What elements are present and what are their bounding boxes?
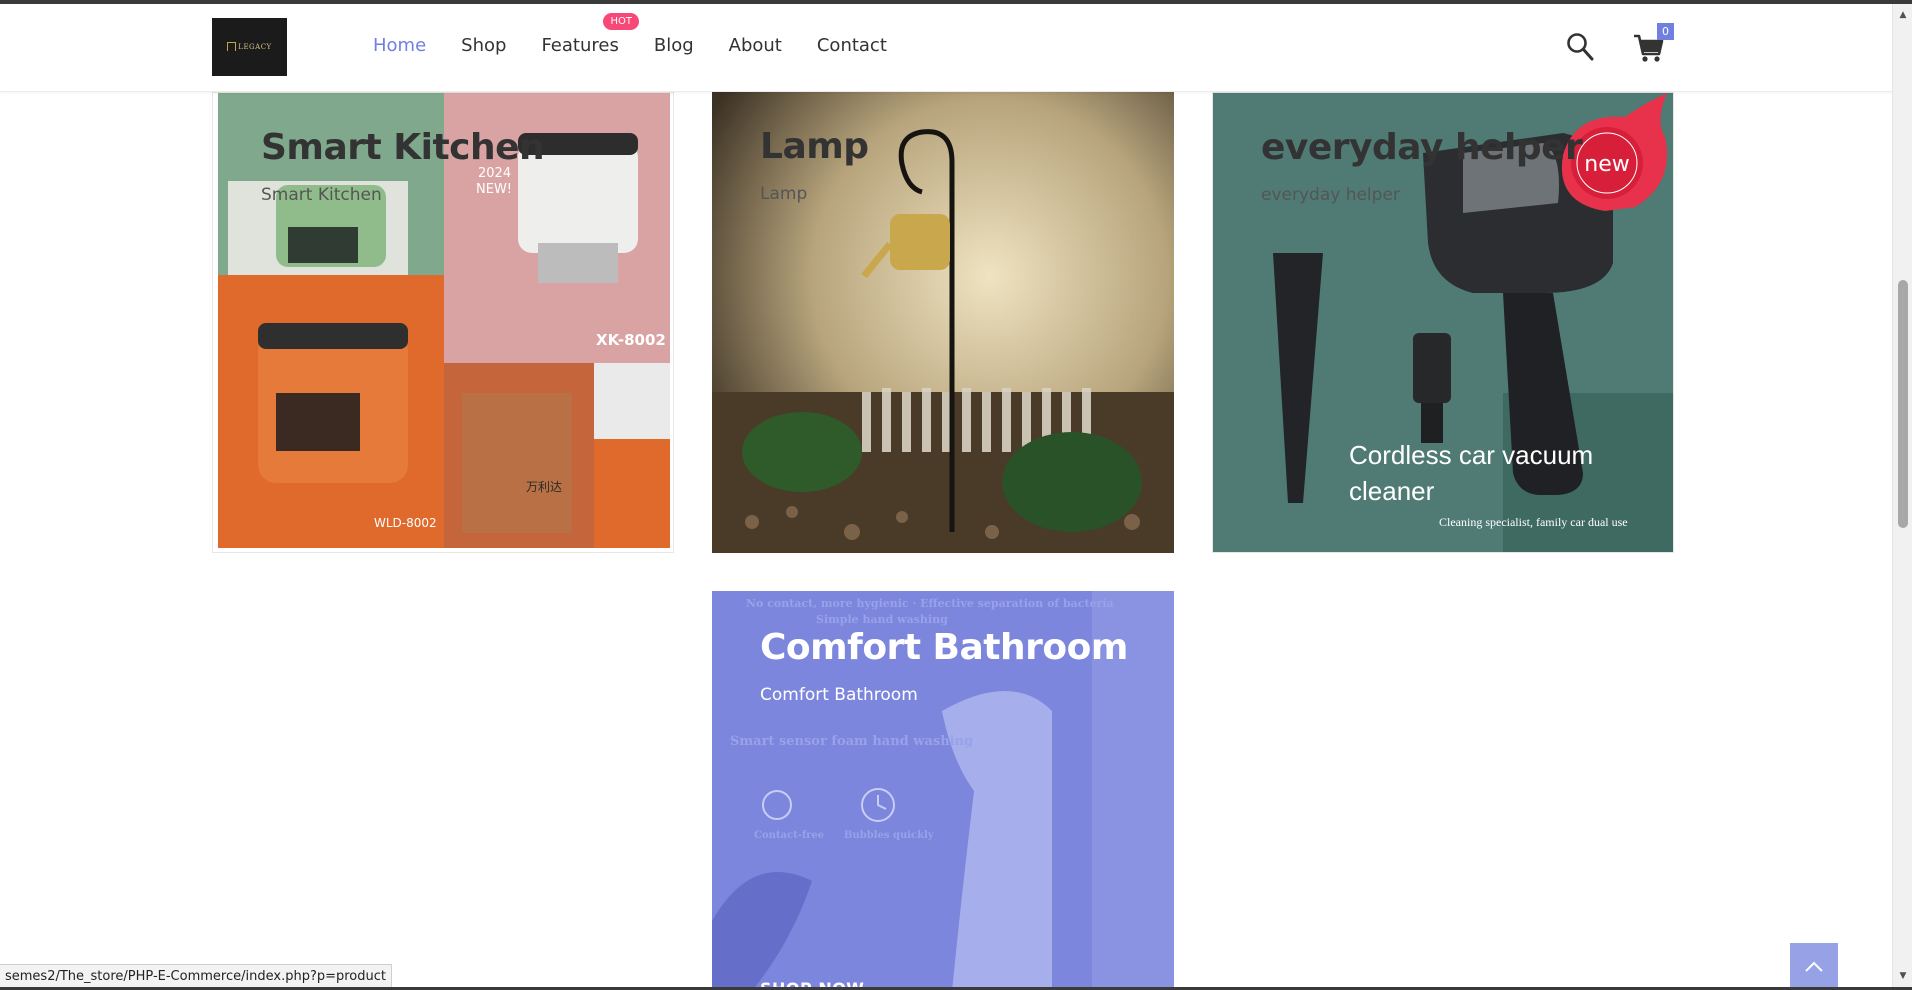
nav-item-blog[interactable]: Blog — [654, 35, 694, 56]
nav-item-contact[interactable]: Contact — [817, 35, 887, 56]
card-title: Comfort Bathroom — [760, 627, 1128, 668]
scrollbar-thumb[interactable] — [1898, 280, 1908, 528]
category-card-everyday-helper[interactable]: new everyday helper everyday helper Cord… — [1212, 92, 1674, 553]
nav-item-home[interactable]: Home — [373, 35, 426, 56]
card-subtitle: Smart Kitchen — [261, 185, 382, 205]
card-subtitle: everyday helper — [1261, 185, 1400, 205]
vacuum-tagline: Cleaning specialist, family car dual use — [1439, 515, 1628, 529]
nav-item-features-label: Features — [541, 35, 619, 56]
bathroom-line3: Smart sensor foam hand washing — [730, 734, 974, 749]
browser-status-bar: semes2/The_store/PHP-E-Commerce/index.ph… — [0, 964, 392, 987]
logo-house-icon — [227, 41, 237, 51]
card-title: Lamp — [760, 126, 869, 167]
model-wld-label: WLD-8002 — [374, 516, 437, 530]
category-card-comfort-bathroom[interactable]: No contact, more hygienic · Effective se… — [712, 591, 1174, 987]
site-header: LEGACY Home Shop Features HOT Blog About… — [0, 4, 1892, 92]
feature-contact-free: Contact-free — [754, 830, 825, 841]
feature-bubbles: Bubbles quickly — [844, 830, 934, 841]
bathroom-line1: No contact, more hygienic · Effective se… — [746, 597, 1114, 610]
page-scrollbar[interactable]: ▲ ▼ — [1892, 4, 1912, 987]
logo-text: LEGACY — [238, 43, 272, 51]
model-xk-label: XK-8002 — [596, 331, 666, 349]
promo-new-tag: NEW! — [476, 182, 512, 197]
site-logo[interactable]: LEGACY — [212, 18, 287, 76]
brand-label: 万利达 — [526, 480, 562, 494]
card-subtitle: Comfort Bathroom — [760, 685, 918, 705]
shop-now-link[interactable]: SHOP NOW — [760, 979, 864, 987]
back-to-top-button[interactable] — [1790, 943, 1838, 987]
main-nav: Home Shop Features HOT Blog About Contac… — [373, 13, 922, 56]
nav-item-features[interactable]: Features HOT — [541, 13, 639, 56]
card-subtitle: Lamp — [760, 184, 808, 204]
scroll-down-arrow-icon[interactable]: ▼ — [1893, 967, 1912, 985]
scroll-up-arrow-icon[interactable]: ▲ — [1893, 6, 1912, 24]
category-card-smart-kitchen[interactable]: 2024 NEW! XK-8002 WLD-8002 万利达 Smart Kit… — [212, 92, 674, 553]
promo-year: 2024 — [478, 166, 511, 181]
nav-item-about[interactable]: About — [729, 35, 782, 56]
bathroom-line2: Simple hand washing — [816, 613, 948, 626]
nav-item-shop[interactable]: Shop — [461, 35, 506, 56]
page-viewport: LEGACY Home Shop Features HOT Blog About… — [0, 4, 1892, 987]
search-icon[interactable] — [1566, 32, 1594, 62]
new-badge-text: new — [1584, 152, 1629, 177]
category-card-lamp[interactable]: Lamp Lamp — [712, 92, 1174, 553]
hot-badge: HOT — [603, 13, 639, 30]
cart-count-badge: 0 — [1657, 23, 1674, 40]
chevron-up-icon — [1805, 961, 1823, 972]
card-title: Smart Kitchen — [261, 127, 545, 168]
card-title: everyday helper — [1261, 127, 1583, 168]
vacuum-headline: Cordless car vacuum cleaner — [1349, 440, 1594, 506]
